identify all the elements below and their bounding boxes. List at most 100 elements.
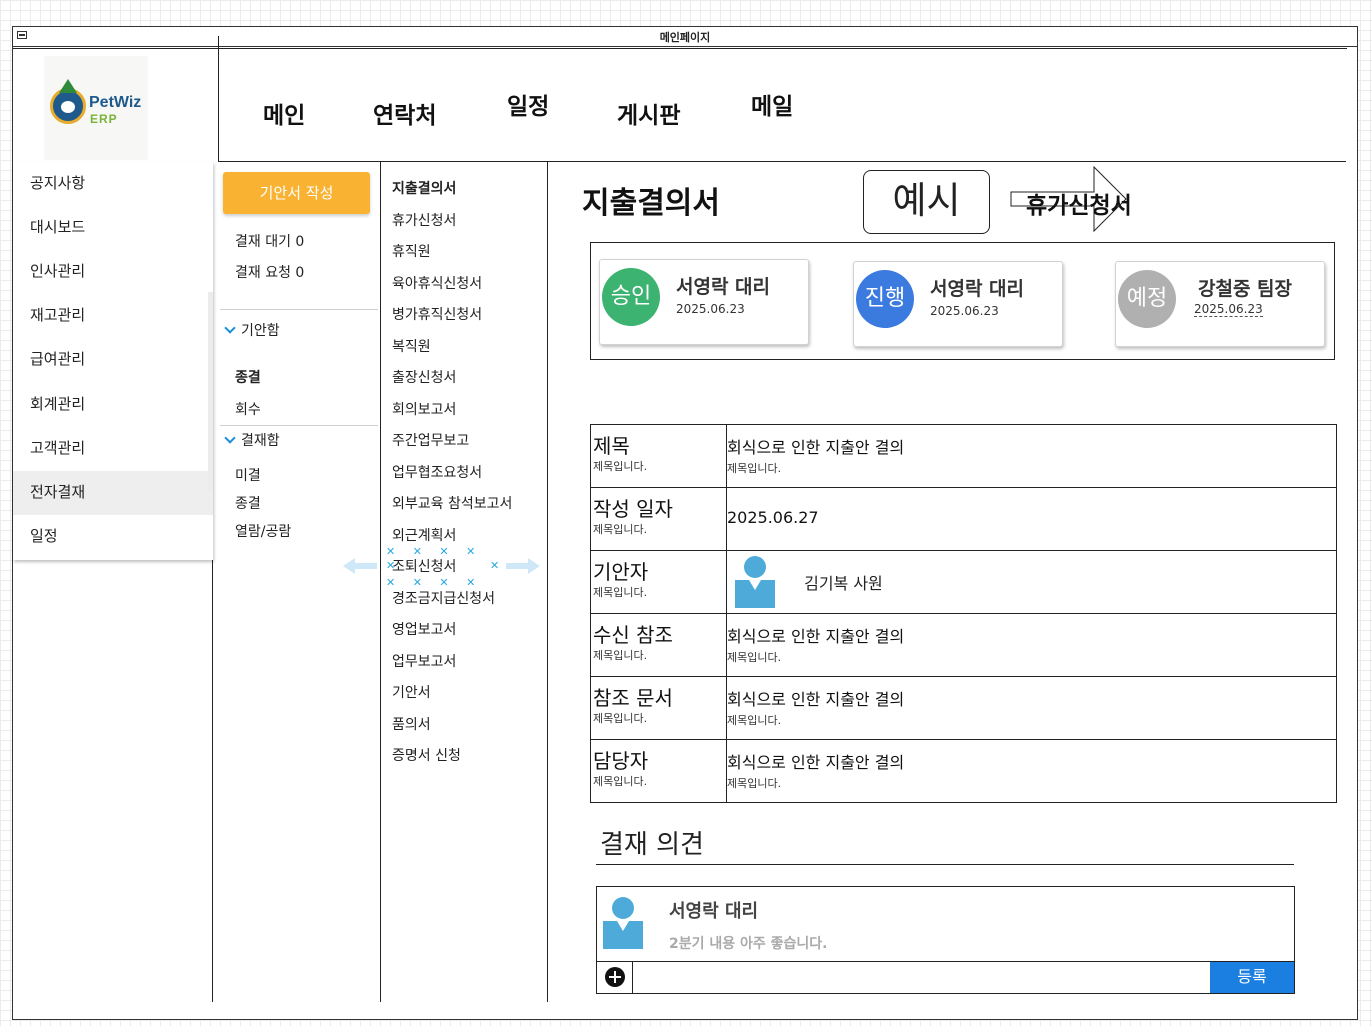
- row-value-cell[interactable]: 회식으로 인한 지출안 결의 제목입니다.: [726, 676, 1337, 740]
- draft-button[interactable]: 기안서 작성: [223, 172, 370, 214]
- date-value[interactable]: 2025.06.27: [727, 488, 1336, 527]
- draft-box-toggle[interactable]: 기안함: [241, 320, 280, 340]
- recipient-value[interactable]: 회식으로 인한 지출안 결의: [727, 614, 1336, 650]
- row-value-cell[interactable]: 회식으로 인한 지출안 결의 제목입니다.: [726, 424, 1337, 488]
- doc-type-item[interactable]: 업무보고서: [392, 651, 456, 671]
- nav-main[interactable]: 메인: [263, 96, 305, 130]
- unclosed-item[interactable]: 미결: [235, 465, 261, 485]
- user-avatar-icon: [603, 897, 643, 949]
- sidebar-item-dashboard[interactable]: 대시보드: [13, 206, 213, 250]
- doc-type-item[interactable]: 병가휴직신청서: [392, 304, 482, 324]
- header-top-line: [13, 48, 1347, 49]
- submit-opinion-button[interactable]: 등록: [1210, 962, 1294, 993]
- sidebar-item-e-approval[interactable]: 전자결재: [13, 471, 213, 515]
- pending-count[interactable]: 결재 대기 0: [235, 231, 304, 251]
- selection-handle-icon[interactable]: ✕: [490, 560, 499, 571]
- sidebar-item-payroll[interactable]: 급여관리: [13, 338, 213, 382]
- opinion-author: 서영락 대리: [669, 901, 759, 922]
- row-value-cell[interactable]: 김기복 사원: [726, 550, 1337, 614]
- row-value-cell[interactable]: 회식으로 인한 지출안 결의 제목입니다.: [726, 739, 1337, 803]
- sidebar-scrollbar[interactable]: [208, 292, 213, 492]
- logo-name: PetWiz: [89, 94, 142, 111]
- row-label-cell: 수신 참조 제목입니다.: [590, 613, 727, 677]
- menu-separator: [220, 309, 378, 310]
- doc-type-item-selected[interactable]: 조퇴신청서: [392, 556, 456, 576]
- approval-box-toggle[interactable]: 결재함: [241, 430, 280, 450]
- sidebar-item-notice[interactable]: 공지사항: [13, 162, 213, 206]
- doc-type-item[interactable]: 지출결의서: [392, 178, 456, 198]
- approver-card[interactable]: 진행 서영락 대리 2025.06.23: [853, 261, 1063, 347]
- sidebar: 공지사항 대시보드 인사관리 재고관리 급여관리 회계관리 고객관리 전자결재 …: [13, 162, 213, 560]
- doc-type-item[interactable]: 영업보고서: [392, 619, 456, 639]
- document-title: 지출결의서: [582, 186, 720, 221]
- viewed-item[interactable]: 열람/공람: [235, 521, 291, 541]
- approver-name: 서영락 대리: [676, 276, 771, 298]
- row-value-cell[interactable]: 회식으로 인한 지출안 결의 제목입니다.: [726, 613, 1337, 677]
- doc-type-item[interactable]: 경조금지급신청서: [392, 588, 495, 608]
- sidebar-item-inventory[interactable]: 재고관리: [13, 294, 213, 338]
- doc-type-item[interactable]: 기안서: [392, 682, 431, 702]
- doc-type-item[interactable]: 복직원: [392, 336, 431, 356]
- petwiz-logo[interactable]: PetWiz ERP: [44, 56, 148, 160]
- row-label-cell: 제목 제목입니다.: [590, 424, 727, 488]
- doc-type-item[interactable]: 출장신청서: [392, 367, 456, 387]
- opinion-text: 2분기 내용 아주 좋습니다.: [669, 936, 828, 952]
- opinion-input[interactable]: [635, 964, 1205, 990]
- nav-board[interactable]: 게시판: [617, 96, 680, 130]
- sidebar-item-schedule[interactable]: 일정: [13, 515, 213, 559]
- nav-mail[interactable]: 메일: [751, 87, 793, 121]
- field-hint: 제목입니다.: [593, 775, 648, 788]
- closed-item[interactable]: 종결: [235, 493, 261, 513]
- example-button[interactable]: 예시: [863, 170, 990, 234]
- column-divider: [380, 162, 381, 1002]
- field-label: 수신 참조: [593, 623, 673, 647]
- approver-name: 강철중 팀장: [1198, 278, 1293, 300]
- drafter-value: 김기복 사원: [804, 574, 883, 593]
- next-document-link[interactable]: 휴가신청서: [1010, 166, 1150, 232]
- doc-type-item[interactable]: 주간업무보고: [392, 430, 469, 450]
- arrow-left-icon[interactable]: [343, 556, 377, 576]
- doc-type-item[interactable]: 회의보고서: [392, 399, 456, 419]
- row-label-cell: 참조 문서 제목입니다.: [590, 676, 727, 740]
- status-badge: 승인: [602, 268, 660, 326]
- doc-type-item[interactable]: 육아휴식신청서: [392, 273, 482, 293]
- reference-value[interactable]: 회식으로 인한 지출안 결의: [727, 677, 1336, 713]
- value-hint: 제목입니다.: [727, 777, 782, 790]
- add-attachment-button[interactable]: [597, 962, 633, 993]
- sidebar-item-customer[interactable]: 고객관리: [13, 427, 213, 471]
- selection-handle-icon[interactable]: ✕ ✕ ✕ ✕: [386, 546, 475, 557]
- field-hint: 제목입니다.: [593, 586, 648, 599]
- selection-handle-icon[interactable]: ✕ ✕ ✕ ✕: [386, 577, 475, 588]
- title-value[interactable]: 회식으로 인한 지출안 결의: [727, 425, 1336, 461]
- opinion-box: 서영락 대리 2분기 내용 아주 좋습니다. 등록: [596, 886, 1295, 994]
- approver-date: 2025.06.23: [676, 302, 745, 316]
- manager-value[interactable]: 회식으로 인한 지출안 결의: [727, 740, 1336, 776]
- closed-heading: 종결: [235, 370, 261, 386]
- sidebar-item-accounting[interactable]: 회계관리: [13, 383, 213, 427]
- doc-type-item[interactable]: 증명서 신청: [392, 745, 461, 765]
- doc-type-item[interactable]: 외부교육 참석보고서: [392, 493, 512, 513]
- doc-type-item[interactable]: 품의서: [392, 714, 431, 734]
- field-hint: 제목입니다.: [593, 649, 648, 662]
- field-hint: 제목입니다.: [593, 523, 648, 536]
- approver-card[interactable]: 예정 강철중 팀장 2025.06.23: [1115, 261, 1325, 347]
- doc-type-item[interactable]: 외근계획서: [392, 525, 456, 545]
- field-label: 작성 일자: [593, 497, 673, 521]
- withdraw-item[interactable]: 회수: [235, 399, 261, 419]
- sidebar-divider: [212, 560, 213, 1002]
- requested-count[interactable]: 결재 요청 0: [235, 262, 304, 282]
- status-badge: 예정: [1118, 270, 1176, 328]
- header-divider: [218, 36, 219, 162]
- selection-handle-icon[interactable]: ✕: [386, 560, 395, 571]
- arrow-right-icon[interactable]: [506, 556, 540, 576]
- row-value-cell[interactable]: 2025.06.27: [726, 487, 1337, 551]
- nav-contacts[interactable]: 연락처: [373, 96, 436, 130]
- nav-schedule[interactable]: 일정: [507, 87, 549, 121]
- status-badge: 진행: [856, 270, 914, 328]
- doc-type-item[interactable]: 휴가신청서: [392, 210, 456, 230]
- user-avatar-icon: [735, 556, 775, 608]
- approver-card[interactable]: 승인 서영락 대리 2025.06.23: [599, 259, 809, 345]
- doc-type-item[interactable]: 휴직원: [392, 241, 431, 261]
- doc-type-item[interactable]: 업무협조요청서: [392, 462, 482, 482]
- sidebar-item-hr[interactable]: 인사관리: [13, 250, 213, 294]
